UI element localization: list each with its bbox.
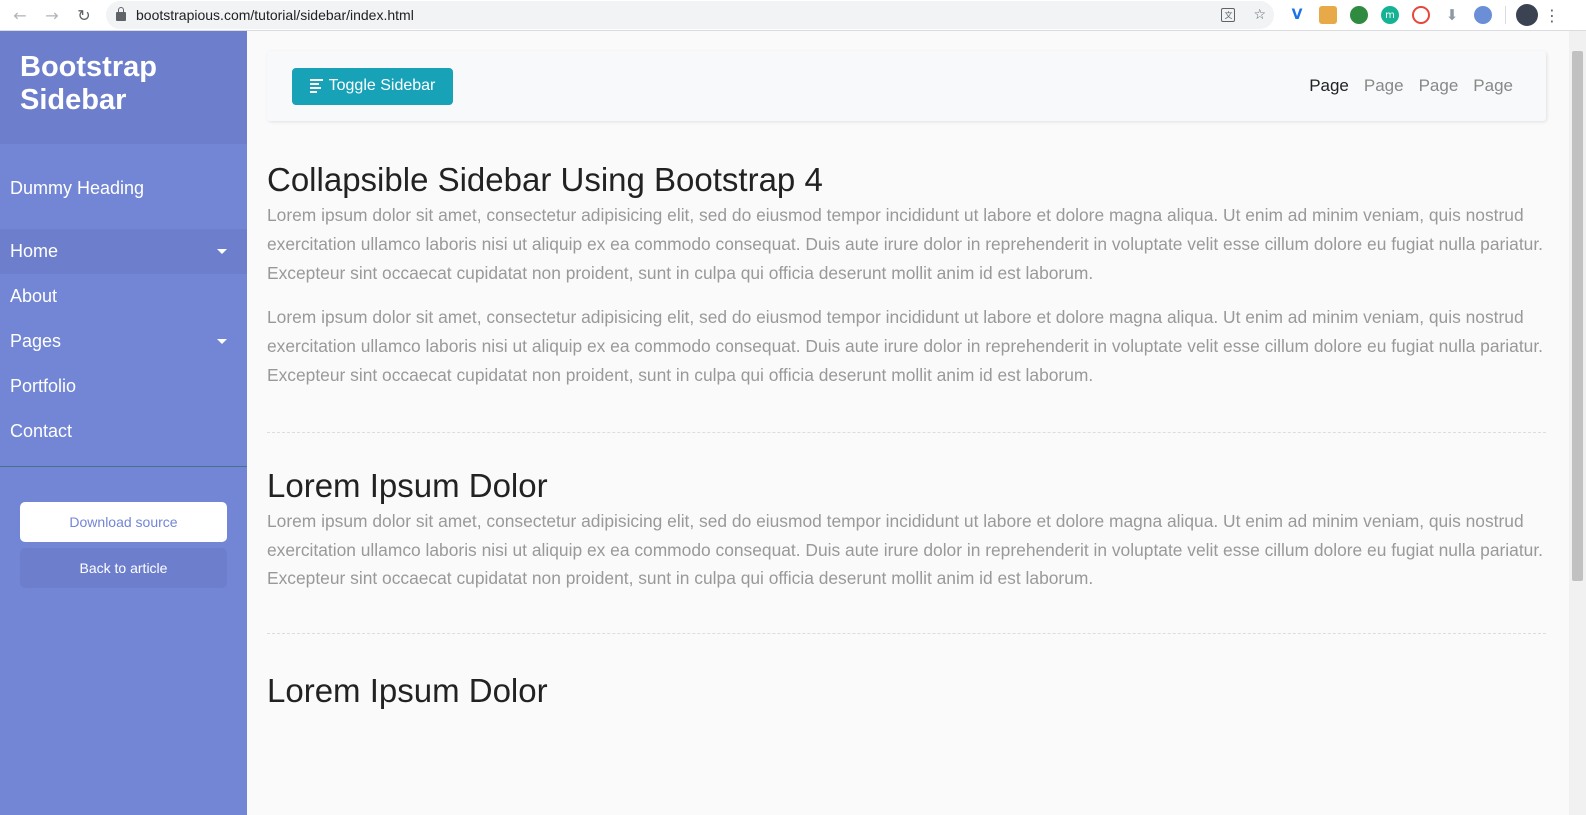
back-to-article-button[interactable]: Back to article [20, 548, 227, 588]
star-icon[interactable]: ☆ [1253, 7, 1266, 23]
scrollbar-thumb[interactable] [1572, 51, 1583, 581]
extensions-tray: V m ⬇ [1288, 6, 1506, 24]
sidebar: Bootstrap Sidebar Dummy Heading Home Abo… [0, 31, 247, 815]
address-bar[interactable]: bootstrapious.com/tutorial/sidebar/index… [106, 1, 1274, 29]
top-navbar: Toggle Sidebar Page Page Page Page [267, 51, 1546, 121]
sidebar-item-label: Pages [10, 331, 62, 351]
sidebar-item-portfolio[interactable]: Portfolio [0, 364, 247, 409]
toggle-sidebar-button[interactable]: Toggle Sidebar [292, 67, 453, 105]
profile-icon[interactable] [1516, 4, 1538, 26]
sidebar-brand[interactable]: Bootstrap Sidebar [20, 51, 227, 117]
page-title: Collapsible Sidebar Using Bootstrap 4 [267, 161, 823, 198]
scrollbar[interactable] [1569, 31, 1586, 815]
sidebar-item-label: Contact [10, 421, 73, 441]
navbar-links: Page Page Page Page [1309, 51, 1513, 121]
reload-icon[interactable]: ↻ [68, 2, 100, 28]
url-text[interactable]: bootstrapious.com/tutorial/sidebar/index… [136, 7, 414, 23]
extension-box-icon[interactable] [1319, 6, 1337, 24]
sidebar-header: Bootstrap Sidebar [0, 31, 247, 144]
menu-icon[interactable]: ⋮ [1544, 6, 1560, 25]
extension-green-icon[interactable] [1350, 6, 1368, 24]
toggle-sidebar-label: Toggle Sidebar [328, 77, 436, 94]
sidebar-item-label: Home [10, 241, 59, 261]
sidebar-item-about[interactable]: About [0, 274, 247, 319]
translate-icon[interactable]: 文 [1221, 8, 1236, 22]
sidebar-item-home[interactable]: Home [0, 229, 247, 274]
paragraph: Lorem ipsum dolor sit amet, consectetur … [267, 307, 1544, 385]
nav-link-page-1[interactable]: Page [1309, 76, 1349, 96]
back-icon[interactable]: ← [4, 2, 36, 28]
download-source-button[interactable]: Download source [20, 502, 227, 542]
extension-red-icon[interactable] [1412, 6, 1430, 24]
nav-link-page-4[interactable]: Page [1473, 76, 1513, 96]
caret-down-icon [217, 249, 227, 254]
extension-teal-icon[interactable]: m [1381, 6, 1399, 24]
section-title: Lorem Ipsum Dolor [267, 466, 548, 504]
nav-link-page-3[interactable]: Page [1419, 76, 1459, 96]
caret-down-icon [217, 339, 227, 344]
sidebar-item-contact[interactable]: Contact [0, 409, 247, 454]
sidebar-item-pages[interactable]: Pages [0, 319, 247, 364]
dashed-divider [267, 633, 1546, 635]
sidebar-item-label: About [10, 286, 58, 306]
sidebar-divider [0, 466, 247, 467]
sidebar-heading: Dummy Heading [10, 178, 145, 198]
main-content: Toggle Sidebar Page Page Page Page Colla… [267, 31, 1546, 815]
dashed-divider [267, 431, 1546, 433]
paragraph: Lorem ipsum dolor sit amet, consectetur … [267, 510, 1544, 589]
section-title: Lorem Ipsum Dolor [267, 672, 548, 710]
toolbar-divider [1505, 6, 1506, 24]
nav-link-page-2[interactable]: Page [1364, 76, 1404, 96]
sidebar-cta: Download source Back to article [20, 502, 227, 588]
extension-v-icon[interactable]: V [1288, 6, 1306, 24]
download-arrow-icon[interactable]: ⬇ [1443, 6, 1461, 24]
extension-blue-icon[interactable] [1474, 6, 1492, 24]
paragraph: Lorem ipsum dolor sit amet, consectetur … [267, 205, 1544, 283]
align-left-icon [309, 79, 323, 93]
browser-toolbar: ← → ↻ bootstrapious.com/tutorial/sidebar… [0, 0, 1586, 31]
forward-icon[interactable]: → [36, 2, 68, 28]
lock-icon[interactable] [116, 7, 126, 21]
sidebar-item-label: Portfolio [10, 376, 77, 396]
